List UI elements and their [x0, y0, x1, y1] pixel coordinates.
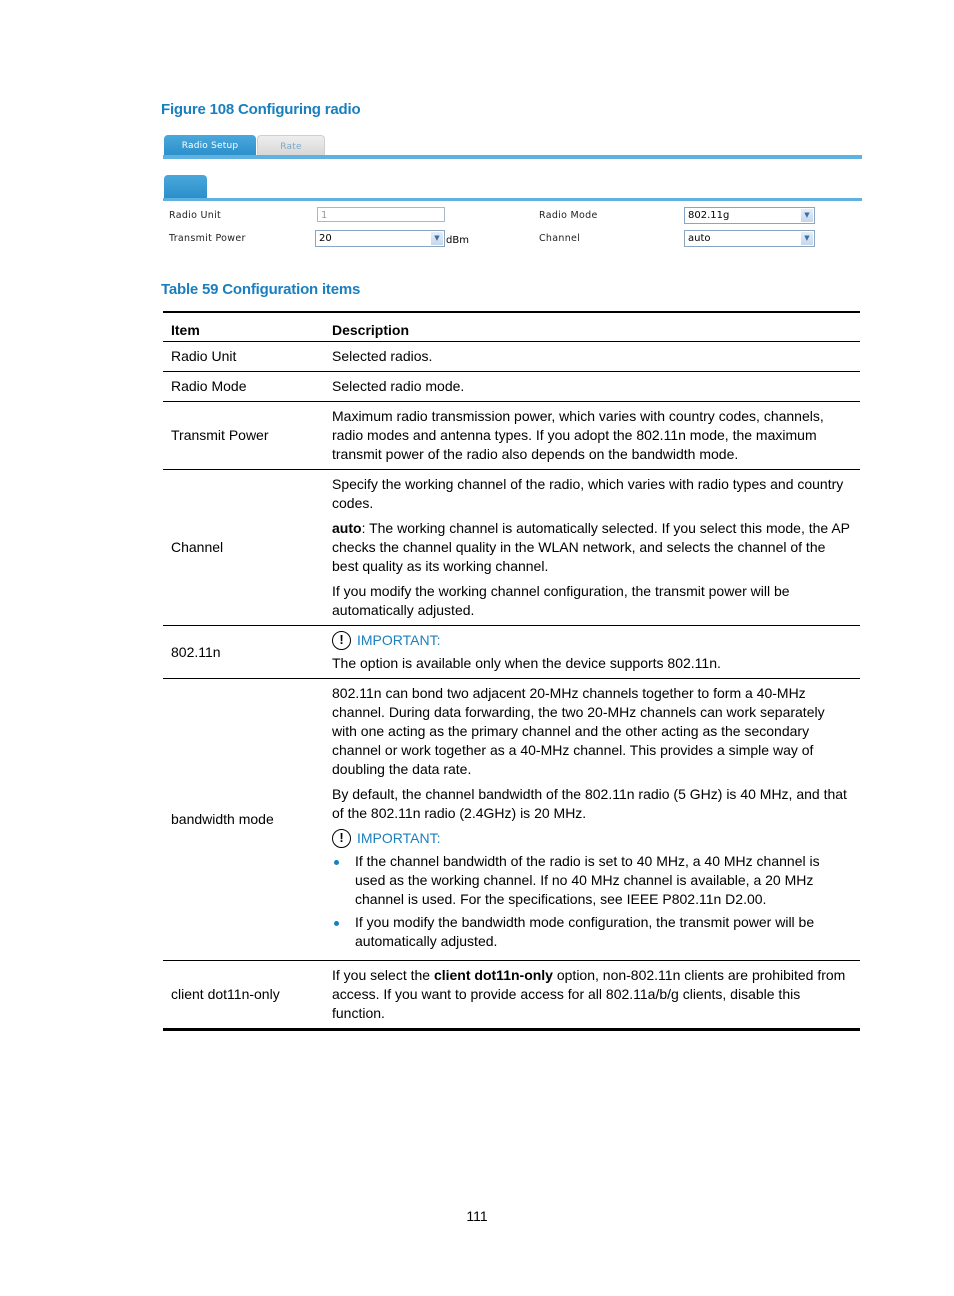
- sub-tab[interactable]: [164, 175, 207, 198]
- radio-mode-select[interactable]: 802.11g ▼: [684, 207, 815, 224]
- page-number: 111: [466, 1208, 488, 1224]
- transmit-power-select[interactable]: 20 ▼: [315, 230, 445, 247]
- transmit-power-unit: dBm: [446, 235, 469, 246]
- tab-radio-setup[interactable]: Radio Setup: [164, 135, 256, 156]
- description-text: If you select the client dot11n-only opt…: [332, 966, 852, 1023]
- item-cell: 802.11n: [171, 643, 221, 660]
- bullet-icon: [334, 860, 339, 865]
- channel-value: auto: [688, 233, 711, 244]
- table-caption: Table 59 Configuration items: [161, 281, 361, 298]
- keyword-client-dot11n-only: client dot11n-only: [433, 967, 553, 983]
- description-text: 802.11n can bond two adjacent 20-MHz cha…: [332, 685, 825, 777]
- description-text: Maximum radio transmission power, which …: [332, 408, 824, 462]
- important-note: ! IMPORTANT:: [332, 631, 852, 650]
- description-cell: Selected radios.: [324, 342, 860, 372]
- item-cell: Channel: [171, 539, 224, 555]
- bullet-list: If the channel bandwidth of the radio is…: [332, 852, 852, 951]
- configuration-table: Item Description Radio Unit Selected rad…: [163, 311, 860, 1031]
- chevron-down-icon[interactable]: ▼: [431, 232, 443, 245]
- important-icon: !: [332, 829, 351, 848]
- header-description: Description: [332, 322, 410, 338]
- tab-underline: [163, 155, 862, 159]
- item-cell: bandwidth mode: [171, 811, 274, 827]
- description-text: If you modify the working channel config…: [332, 583, 790, 618]
- tab-rate[interactable]: Rate: [257, 135, 325, 156]
- description-cell: ! IMPORTANT: The option is available onl…: [324, 626, 860, 679]
- table-row: Radio Mode Selected radio mode.: [163, 372, 860, 402]
- chevron-down-icon[interactable]: ▼: [801, 209, 813, 222]
- important-label: IMPORTANT:: [357, 632, 441, 648]
- description-cell: Maximum radio transmission power, which …: [324, 402, 860, 470]
- description-cell: Specify the working channel of the radio…: [324, 470, 860, 626]
- table-row: Channel Specify the working channel of t…: [163, 470, 860, 626]
- item-cell: Transmit Power: [171, 427, 269, 443]
- description-text: By default, the channel bandwidth of the…: [332, 786, 847, 821]
- channel-label: Channel: [539, 233, 581, 244]
- important-note: ! IMPORTANT:: [332, 829, 852, 848]
- header-item: Item: [171, 322, 200, 338]
- table-row: 802.11n ! IMPORTANT: The option is avail…: [163, 626, 860, 679]
- radio-mode-value: 802.11g: [688, 210, 730, 221]
- bullet-text: If you modify the bandwidth mode configu…: [355, 914, 815, 949]
- keyword-auto: auto: [332, 520, 362, 536]
- description-text: Specify the working channel of the radio…: [332, 476, 844, 511]
- radio-unit-label: Radio Unit: [169, 210, 222, 221]
- description-text: The option is available only when the de…: [332, 655, 721, 671]
- table-row: Transmit Power Maximum radio transmissio…: [163, 402, 860, 470]
- description-cell: Selected radio mode.: [324, 372, 860, 402]
- table-row: Radio Unit Selected radios.: [163, 342, 860, 372]
- description-cell: If you select the client dot11n-only opt…: [324, 961, 860, 1030]
- item-cell: client dot11n-only: [171, 986, 280, 1002]
- description-text: Selected radios.: [332, 348, 433, 364]
- item-cell: Radio Mode: [171, 378, 247, 394]
- bullet-item: If you modify the bandwidth mode configu…: [332, 913, 852, 951]
- sub-tab-underline: [163, 198, 862, 201]
- figure-caption: Figure 108 Configuring radio: [161, 101, 361, 118]
- channel-select[interactable]: auto ▼: [684, 230, 815, 247]
- radio-mode-label: Radio Mode: [539, 210, 598, 221]
- bullet-text: If the channel bandwidth of the radio is…: [355, 853, 820, 907]
- radio-config-figure: Radio Setup Rate Radio Unit 1 Transmit P…: [163, 134, 862, 254]
- radio-unit-input[interactable]: 1: [317, 207, 445, 222]
- table-header-row: Item Description: [163, 312, 860, 342]
- description-text: auto: The working channel is automatical…: [332, 519, 852, 576]
- description-text: Selected radio mode.: [332, 378, 465, 394]
- item-cell: Radio Unit: [171, 348, 237, 364]
- table-row: bandwidth mode 802.11n can bond two adja…: [163, 679, 860, 961]
- bullet-item: If the channel bandwidth of the radio is…: [332, 852, 852, 909]
- important-icon: !: [332, 631, 351, 650]
- important-label: IMPORTANT:: [357, 830, 441, 846]
- bullet-icon: [334, 921, 339, 926]
- chevron-down-icon[interactable]: ▼: [801, 232, 813, 245]
- description-cell: 802.11n can bond two adjacent 20-MHz cha…: [324, 679, 860, 961]
- description-text-rest: : The working channel is automatically s…: [332, 520, 850, 574]
- transmit-power-label: Transmit Power: [169, 233, 246, 244]
- transmit-power-value: 20: [319, 233, 332, 244]
- tab-bar: Radio Setup Rate: [163, 134, 862, 159]
- description-text-pre: If you select the: [332, 967, 434, 983]
- table-row: client dot11n-only If you select the cli…: [163, 961, 860, 1030]
